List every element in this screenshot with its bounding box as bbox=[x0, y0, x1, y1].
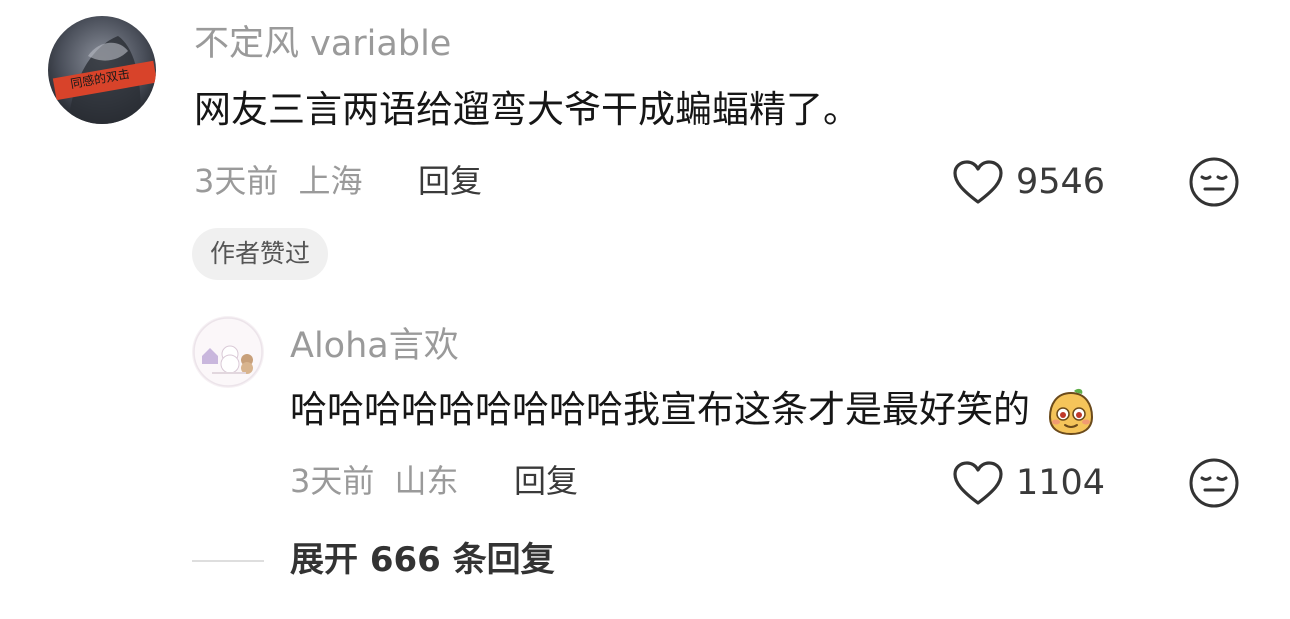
comment-time: 3天前 bbox=[194, 162, 279, 200]
expand-divider bbox=[192, 560, 264, 562]
replier-avatar[interactable] bbox=[192, 316, 264, 388]
neutral-face-icon bbox=[1189, 157, 1239, 207]
replier-avatar-image bbox=[192, 316, 264, 388]
smiling-bun-emoji-icon bbox=[1046, 387, 1096, 437]
comment-dislike-button[interactable] bbox=[1188, 156, 1240, 208]
comment-like-count: 9546 bbox=[1016, 162, 1106, 202]
heart-outline-icon bbox=[953, 160, 1003, 204]
replier-username[interactable]: Aloha言欢 bbox=[290, 324, 459, 368]
comment-meta: 3天前 上海 bbox=[194, 160, 363, 202]
comment-like-button[interactable] bbox=[952, 160, 1004, 206]
comment-location: 上海 bbox=[298, 162, 363, 200]
comment-text: 网友三言两语给遛弯大爷干成蝙蝠精了。 bbox=[194, 88, 860, 131]
author-liked-badge: 作者赞过 bbox=[192, 228, 329, 280]
expand-replies-button[interactable]: 展开 666 条回复 bbox=[290, 538, 555, 582]
reply-meta: 3天前 山东 bbox=[290, 460, 459, 502]
reply-dislike-button[interactable] bbox=[1188, 457, 1240, 509]
reply-location: 山东 bbox=[394, 462, 459, 500]
reply-reply-button[interactable]: 回复 bbox=[514, 460, 578, 502]
commenter-avatar[interactable]: 同感的双击 bbox=[48, 16, 156, 124]
comment-reply-button[interactable]: 回复 bbox=[418, 160, 482, 202]
reply-text-row: 哈哈哈哈哈哈哈哈哈我宣布这条才是最好笑的 bbox=[290, 386, 1096, 437]
heart-outline-icon bbox=[953, 461, 1003, 505]
reply-like-count: 1104 bbox=[1016, 463, 1106, 503]
reply-time: 3天前 bbox=[290, 462, 375, 500]
reply-text: 哈哈哈哈哈哈哈哈哈我宣布这条才是最好笑的 bbox=[290, 388, 1030, 431]
neutral-face-icon bbox=[1189, 458, 1239, 508]
commenter-username[interactable]: 不定风 variable bbox=[194, 22, 451, 66]
reply-like-button[interactable] bbox=[952, 461, 1004, 507]
